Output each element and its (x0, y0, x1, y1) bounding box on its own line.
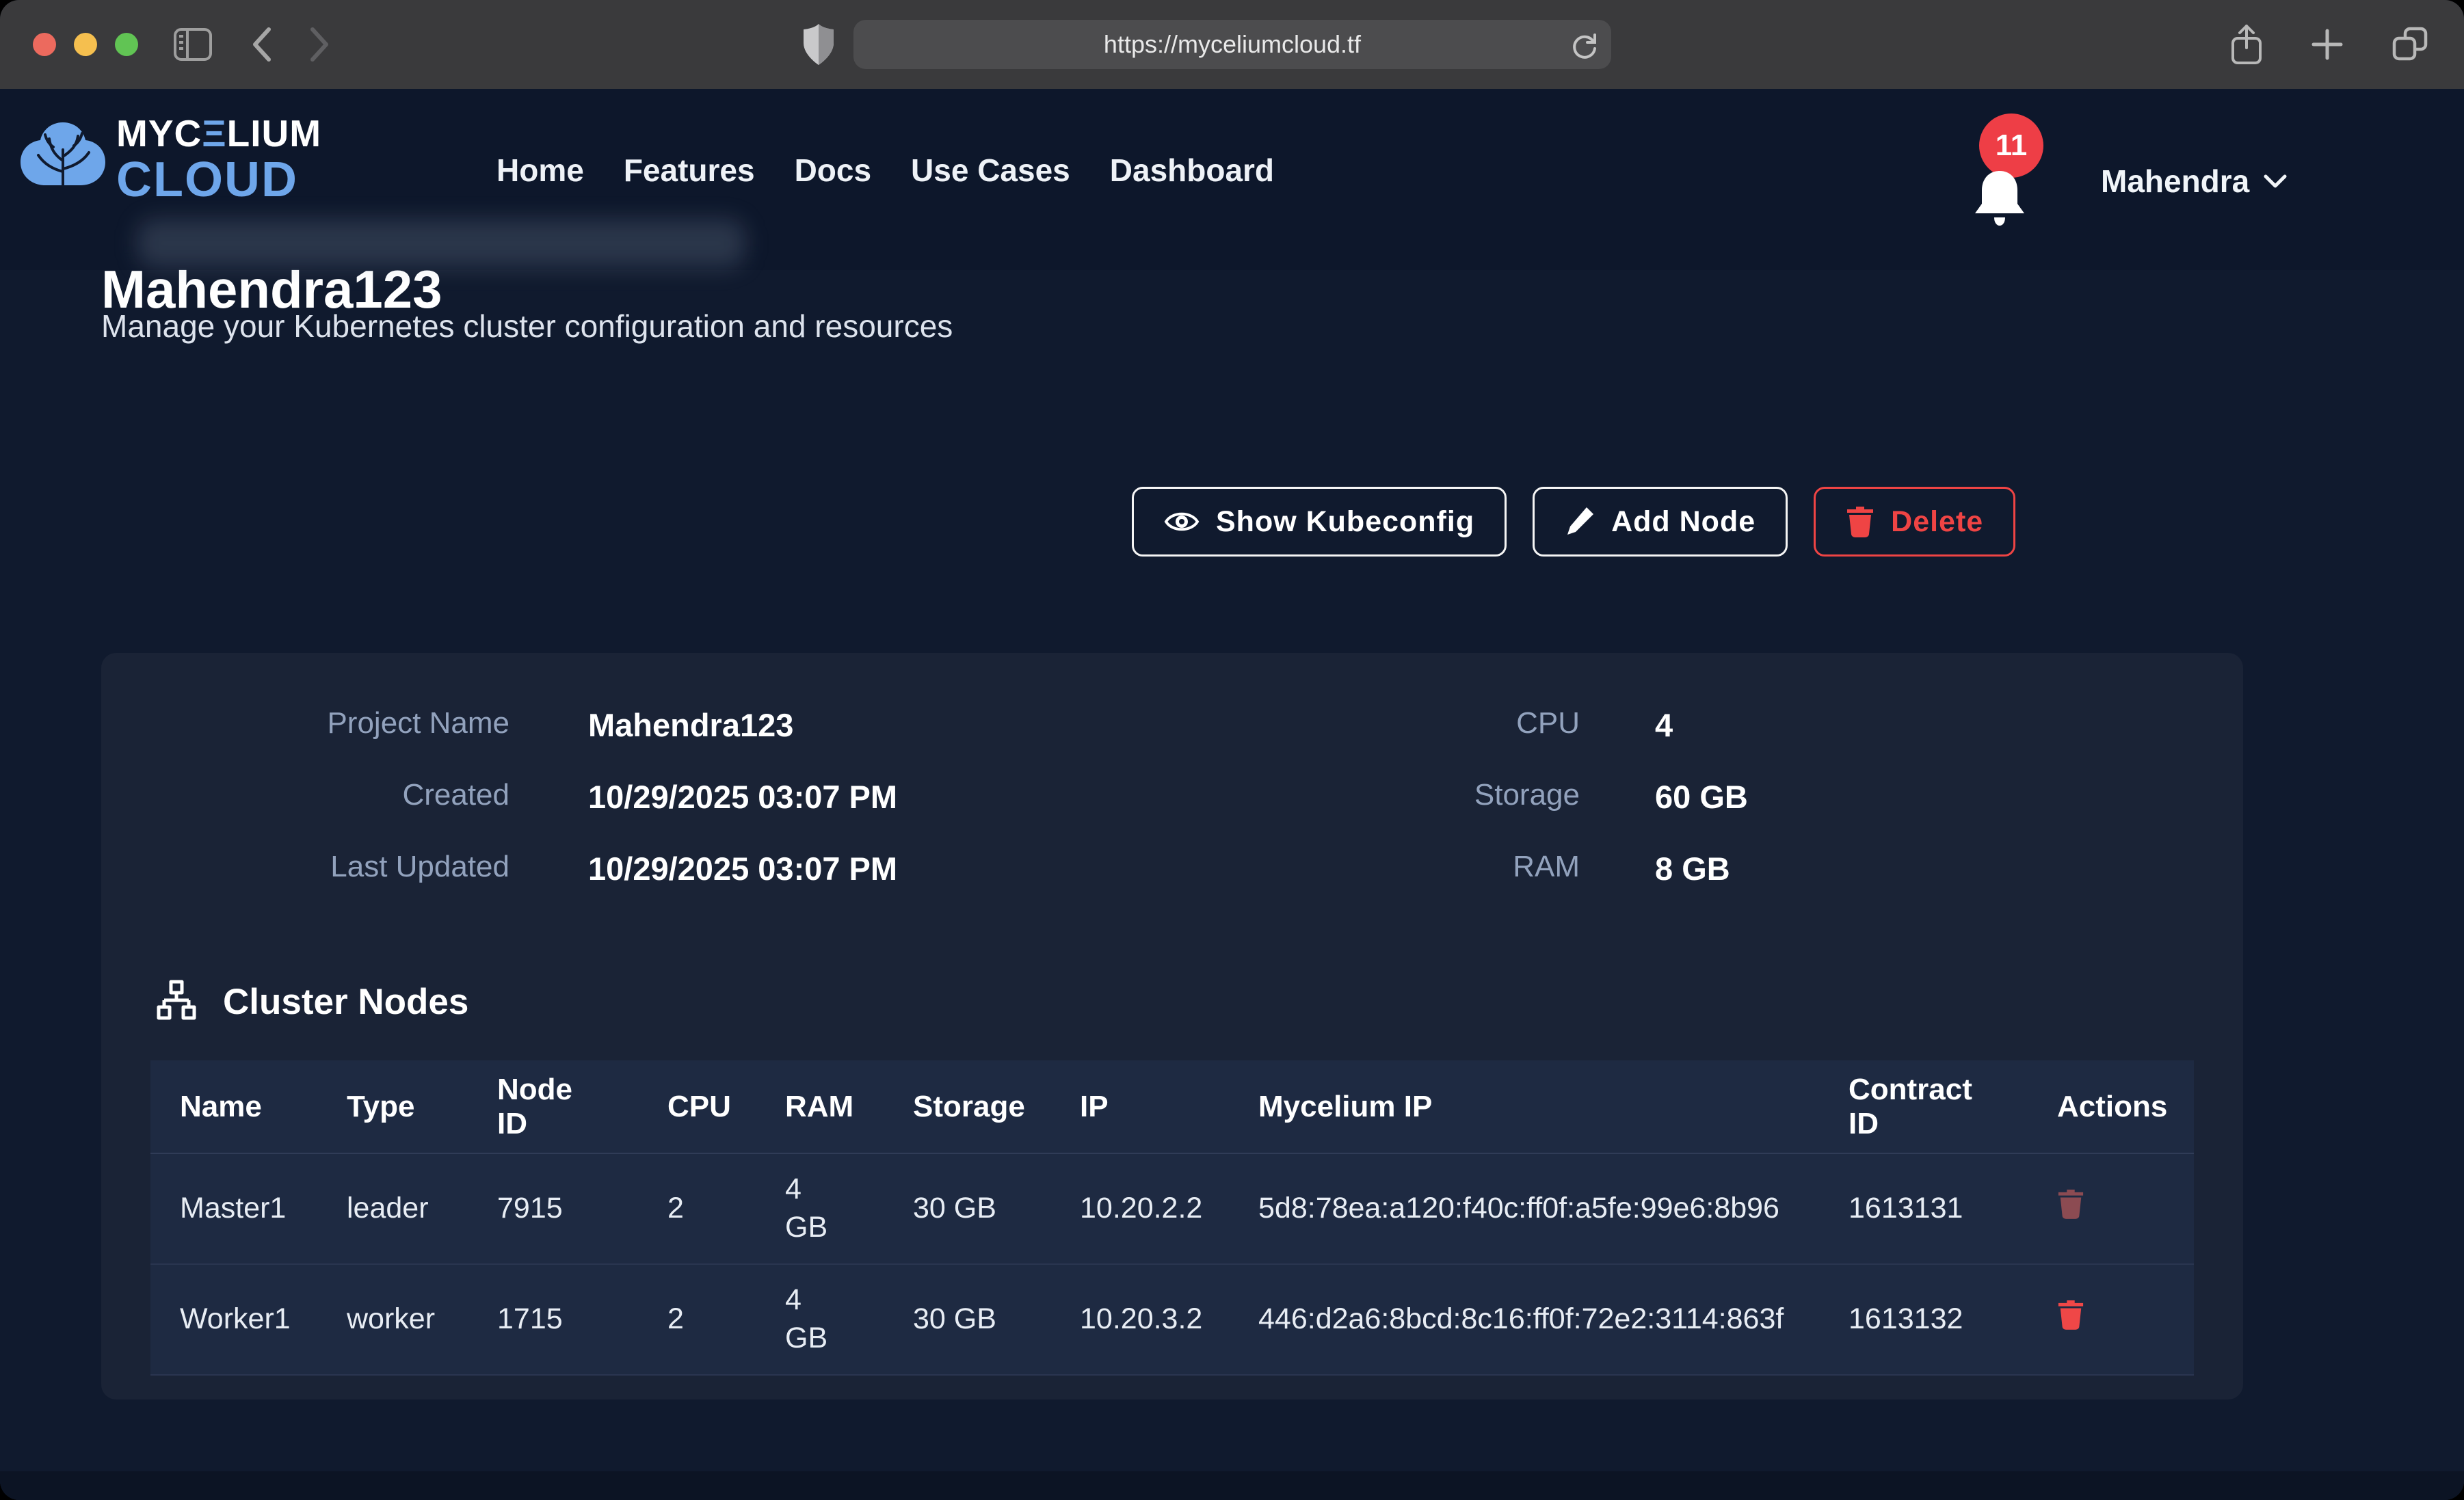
url-text: https://myceliumcloud.tf (1104, 30, 1361, 59)
nav-docs[interactable]: Docs (795, 152, 871, 189)
nav-dashboard[interactable]: Dashboard (1110, 152, 1274, 189)
nav-features[interactable]: Features (624, 152, 755, 189)
trash-icon (1846, 505, 1875, 538)
browser-window: https://myceliumcloud.tf (0, 0, 2464, 1500)
nav-use-cases[interactable]: Use Cases (911, 152, 1070, 189)
created-value: 10/29/2025 03:07 PM (588, 778, 897, 816)
delete-node-button[interactable] (2057, 1299, 2084, 1330)
user-name: Mahendra (2101, 163, 2249, 200)
project-name-value: Mahendra123 (588, 706, 793, 744)
col-contract-id: Contract ID (1849, 1073, 1989, 1141)
node-row-worker1: Worker1 worker 1715 2 4 GB 30 GB 10.20.3… (150, 1264, 2194, 1375)
chevron-down-icon (2263, 173, 2288, 189)
app-header: MYCΞLIUM CLOUD Home Features Docs Use Ca… (0, 89, 2464, 270)
eye-icon (1164, 509, 1200, 535)
bell-icon (1971, 168, 2028, 231)
cluster-info-card: Project Name Mahendra123 CPU 4 Created 1… (101, 653, 2243, 1399)
table-header-row: Name Node IDType Node ID CPU RAM Storage… (150, 1060, 2194, 1153)
forward-button[interactable] (295, 0, 343, 89)
info-label: RAM (1171, 850, 1580, 884)
col-type: Type (347, 1090, 414, 1124)
privacy-shield-icon[interactable] (795, 0, 843, 89)
header-blur-smudge (137, 219, 745, 268)
tab-overview-icon[interactable] (2390, 25, 2430, 64)
trash-icon (2057, 1188, 2084, 1220)
info-label: CPU (1171, 706, 1580, 740)
address-bar[interactable]: https://myceliumcloud.tf (853, 20, 1611, 69)
ram-value: 8 GB (1655, 850, 1730, 887)
minimize-window-button[interactable] (74, 33, 97, 56)
zoom-window-button[interactable] (115, 33, 138, 56)
col-storage: Storage (913, 1090, 1025, 1123)
sidebar-toggle-icon[interactable] (165, 0, 220, 89)
page-content: Mahendra123 Manage your Kubernetes clust… (0, 89, 2464, 1500)
main-nav: Home Features Docs Use Cases Dashboard (496, 152, 1274, 189)
reload-icon[interactable] (1567, 28, 1600, 61)
window-controls (33, 33, 138, 56)
info-label: Created (101, 778, 509, 812)
nodes-table: Name Node IDType Node ID CPU RAM Storage… (150, 1060, 2194, 1376)
mycelium-cloud-logo-icon (19, 118, 107, 202)
new-tab-icon[interactable] (2309, 27, 2345, 62)
last-updated-value: 10/29/2025 03:07 PM (588, 850, 897, 887)
cluster-actions: Show Kubeconfig Add Node Delete (1132, 487, 2015, 557)
page-footer (0, 1471, 2464, 1500)
notifications-button[interactable]: 11 (1970, 89, 2072, 270)
delete-cluster-button[interactable]: Delete (1814, 487, 2015, 557)
info-label: Project Name (101, 706, 509, 740)
trash-icon (2057, 1299, 2084, 1330)
brand-wordmark: MYCΞLIUM CLOUD (116, 115, 321, 204)
storage-value: 60 GB (1655, 778, 1748, 816)
cluster-nodes-heading: Cluster Nodes (155, 980, 468, 1023)
browser-toolbar: https://myceliumcloud.tf (0, 0, 2464, 89)
close-window-button[interactable] (33, 33, 56, 56)
brand-logo[interactable]: MYCΞLIUM CLOUD (19, 115, 321, 204)
col-actions: Actions (2057, 1090, 2167, 1123)
share-icon[interactable] (2229, 23, 2264, 66)
info-label: Last Updated (101, 850, 509, 884)
add-node-button[interactable]: Add Node (1533, 487, 1788, 557)
col-ip: IP (1080, 1090, 1109, 1123)
network-nodes-icon (155, 980, 198, 1023)
col-name: Name (180, 1090, 262, 1123)
page-subtitle: Manage your Kubernetes cluster configura… (101, 308, 953, 345)
col-ram: RAM (785, 1090, 853, 1123)
show-kubeconfig-button[interactable]: Show Kubeconfig (1132, 487, 1507, 557)
delete-node-button[interactable] (2057, 1188, 2084, 1220)
node-row-master1: Master1 leader 7915 2 4 GB 30 GB 10.20.2… (150, 1153, 2194, 1264)
back-button[interactable] (238, 0, 286, 89)
col-node-id: Node ID (497, 1073, 587, 1141)
pencil-icon (1565, 506, 1595, 537)
col-mycelium-ip: Mycelium IP (1258, 1090, 1432, 1123)
nav-home[interactable]: Home (496, 152, 584, 189)
user-menu[interactable]: Mahendra (2101, 163, 2288, 200)
info-label: Storage (1171, 778, 1580, 812)
col-cpu: CPU (667, 1090, 731, 1123)
cpu-value: 4 (1655, 706, 1673, 744)
